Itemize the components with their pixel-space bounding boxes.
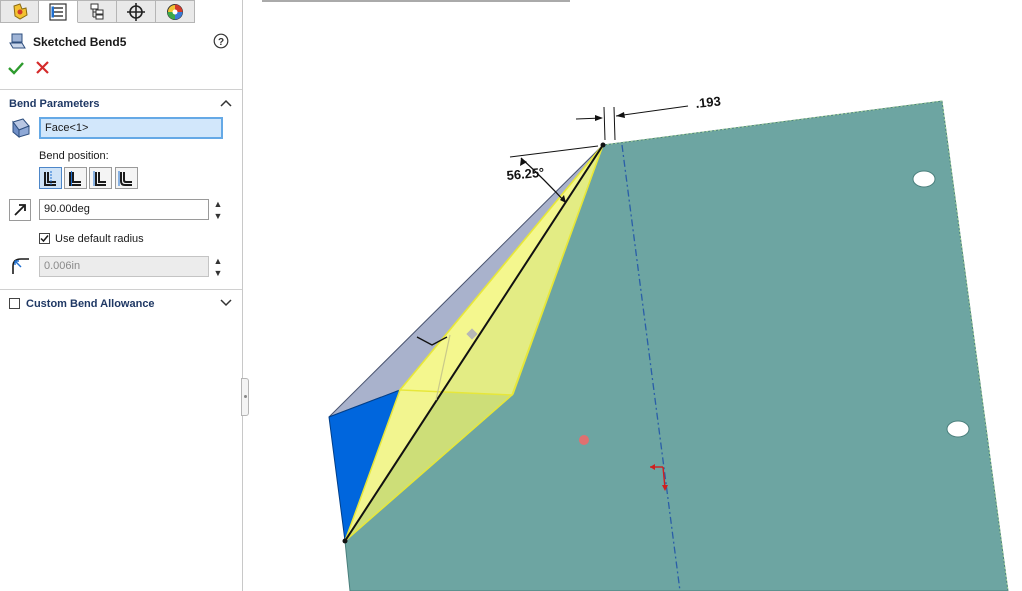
use-default-radius-checkbox[interactable]	[39, 233, 50, 244]
check-icon	[40, 235, 49, 243]
tab-configuration-manager[interactable]	[78, 0, 117, 23]
direction-arrow-icon	[14, 204, 26, 216]
divider	[0, 89, 242, 90]
configuration-manager-icon	[90, 3, 104, 19]
sketched-bend-icon	[9, 33, 26, 49]
manager-tabs	[0, 0, 202, 24]
property-manager-panel: Sketched Bend5 ? Bend Parameters Face<1>…	[0, 0, 249, 591]
property-manager-icon	[49, 2, 67, 21]
tab-feature-manager[interactable]	[0, 0, 39, 23]
spin-down-icon[interactable]: ▼	[212, 211, 224, 221]
arrow-right-icon	[595, 115, 603, 121]
bend-position-material-outside-button[interactable]	[89, 167, 112, 189]
distance-dimension-text[interactable]: .193	[695, 93, 722, 111]
reverse-direction-button[interactable]	[9, 199, 31, 221]
tab-display-manager[interactable]	[156, 0, 195, 23]
hole-feature[interactable]	[912, 170, 936, 188]
fixed-face-marker[interactable]	[579, 435, 589, 445]
divider	[0, 289, 242, 290]
dimension-extension-line	[603, 106, 606, 141]
use-default-radius-label: Use default radius	[55, 233, 144, 245]
section-bend-parameters[interactable]: Bend Parameters	[9, 98, 100, 110]
bend-angle-spinner[interactable]: ▲ ▼	[212, 199, 224, 221]
hole-feature[interactable]	[946, 420, 970, 438]
bend-centerline-icon	[44, 170, 56, 186]
page-title: Sketched Bend5	[33, 35, 127, 49]
material-outside-icon	[93, 170, 106, 186]
arrow-left-icon	[616, 112, 625, 118]
bend-radius-spinner: ▲ ▼	[212, 256, 224, 278]
dimxpert-icon	[127, 2, 145, 21]
bend-radius-icon	[12, 258, 29, 274]
dimension-extension-line	[613, 106, 616, 141]
dimension-line	[615, 105, 689, 117]
bend-outside-icon	[118, 170, 132, 186]
angle-dimension-text[interactable]: 56.25°	[506, 165, 545, 183]
spin-up-icon: ▲	[213, 256, 223, 266]
tab-property-manager[interactable]	[39, 0, 78, 23]
custom-bend-allowance-checkbox[interactable]	[9, 298, 20, 309]
help-icon[interactable]: ?	[213, 33, 229, 49]
angle-leader-line	[509, 145, 599, 158]
bend-position-label: Bend position:	[39, 150, 109, 162]
tab-dimxpert[interactable]	[117, 0, 156, 23]
feature-manager-icon	[12, 2, 28, 20]
checkmark-icon[interactable]	[8, 61, 24, 75]
section-custom-bend-allowance[interactable]: Custom Bend Allowance	[26, 298, 155, 310]
arrow-up-icon	[520, 158, 527, 166]
display-manager-icon	[167, 3, 183, 20]
bend-radius-input: 0.006in	[39, 256, 209, 277]
chevron-up-icon[interactable]	[220, 98, 232, 108]
svg-text:?: ?	[218, 37, 224, 48]
graphics-viewport[interactable]: .193 56.25°	[243, 0, 1022, 591]
close-icon[interactable]	[36, 61, 49, 74]
bend-position-centerline-button[interactable]	[39, 167, 62, 189]
chevron-down-icon[interactable]	[220, 298, 232, 308]
face-selection-icon	[12, 118, 30, 138]
material-inside-icon	[69, 170, 81, 186]
face-selection-field[interactable]: Face<1>	[39, 117, 223, 139]
bend-position-bend-outside-button[interactable]	[115, 167, 138, 189]
bend-endpoint[interactable]	[342, 538, 348, 544]
bend-endpoint[interactable]	[600, 142, 606, 148]
bend-position-material-inside-button[interactable]	[64, 167, 87, 189]
spin-down-icon: ▼	[213, 268, 223, 278]
bend-angle-input[interactable]: 90.00deg	[39, 199, 209, 220]
spin-up-icon[interactable]: ▲	[212, 199, 224, 209]
